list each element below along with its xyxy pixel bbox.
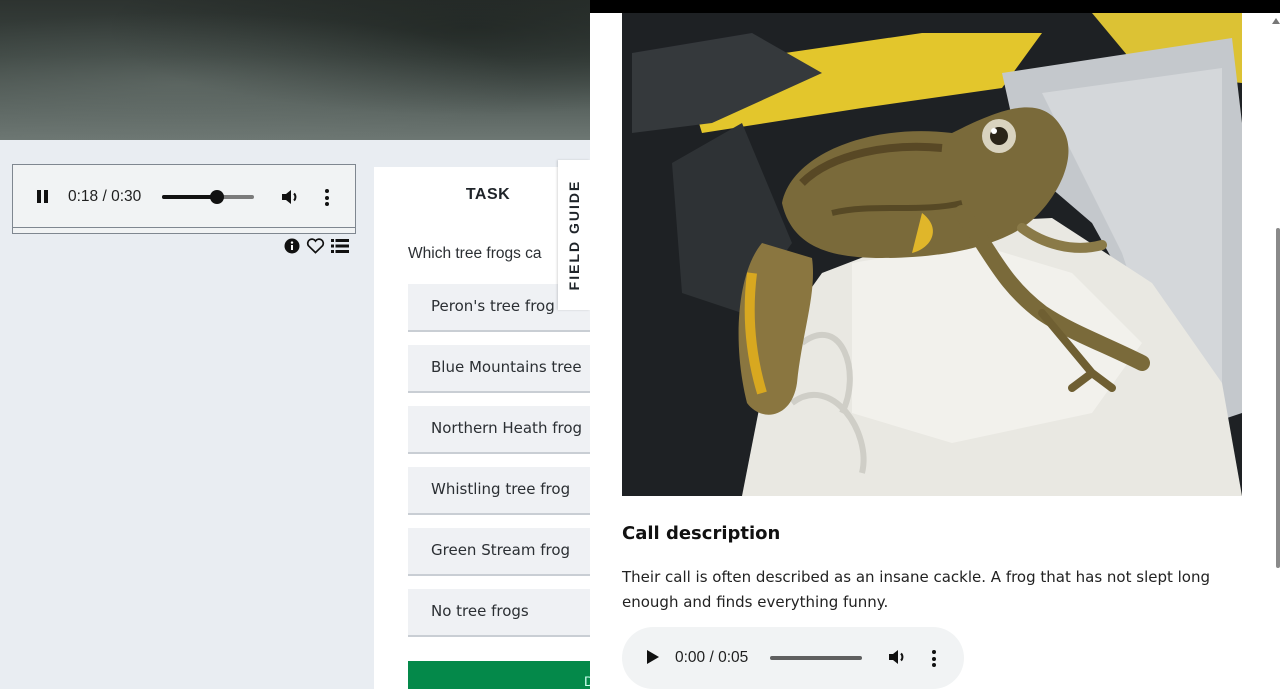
scrollbar-thumb[interactable] (1276, 228, 1280, 568)
audio-player-frame: 0:18 / 0:30 (12, 164, 356, 234)
answer-option[interactable]: Whistling tree frog (408, 467, 590, 515)
scroll-up-arrow-icon[interactable] (1272, 18, 1280, 24)
answer-option[interactable]: Northern Heath frog (408, 406, 590, 454)
more-options-icon[interactable] (932, 650, 936, 670)
play-button[interactable] (647, 650, 659, 664)
subject-tools (284, 238, 349, 254)
done-button[interactable]: D (408, 661, 590, 689)
list-icon[interactable] (331, 239, 349, 253)
volume-icon[interactable] (888, 648, 908, 671)
answer-option[interactable]: Blue Mountains tree (408, 345, 590, 393)
audio-player: 0:18 / 0:30 (13, 165, 355, 228)
pause-button[interactable] (35, 189, 49, 205)
heart-icon[interactable] (306, 238, 325, 254)
task-question: Which tree frogs ca (408, 245, 542, 262)
audio-progress-fill (162, 195, 218, 199)
answer-option[interactable]: No tree frogs (408, 589, 590, 637)
call-audio-time: 0:00 / 0:05 (675, 649, 749, 666)
call-audio-player: 0:00 / 0:05 (622, 627, 964, 689)
header-banner-image (0, 0, 590, 140)
answer-option[interactable]: Green Stream frog (408, 528, 590, 576)
field-guide-tab[interactable]: FIELD GUIDE (558, 160, 590, 310)
info-icon[interactable] (284, 238, 300, 254)
call-audio-progress-slider[interactable] (770, 656, 862, 660)
volume-icon[interactable] (281, 188, 301, 211)
audio-progress-slider[interactable] (162, 190, 254, 204)
field-guide-panel: Call description Their call is often des… (590, 0, 1280, 689)
audio-time-display: 0:18 / 0:30 (68, 188, 142, 205)
call-description-heading: Call description (622, 523, 781, 544)
call-description-text: Their call is often described as an insa… (622, 568, 1211, 611)
frog-photo (622, 13, 1242, 496)
audio-progress-knob[interactable] (210, 190, 225, 204)
field-guide-top-bar (590, 0, 1280, 13)
more-options-icon[interactable] (325, 189, 329, 209)
field-guide-tab-label: FIELD GUIDE (566, 179, 582, 291)
